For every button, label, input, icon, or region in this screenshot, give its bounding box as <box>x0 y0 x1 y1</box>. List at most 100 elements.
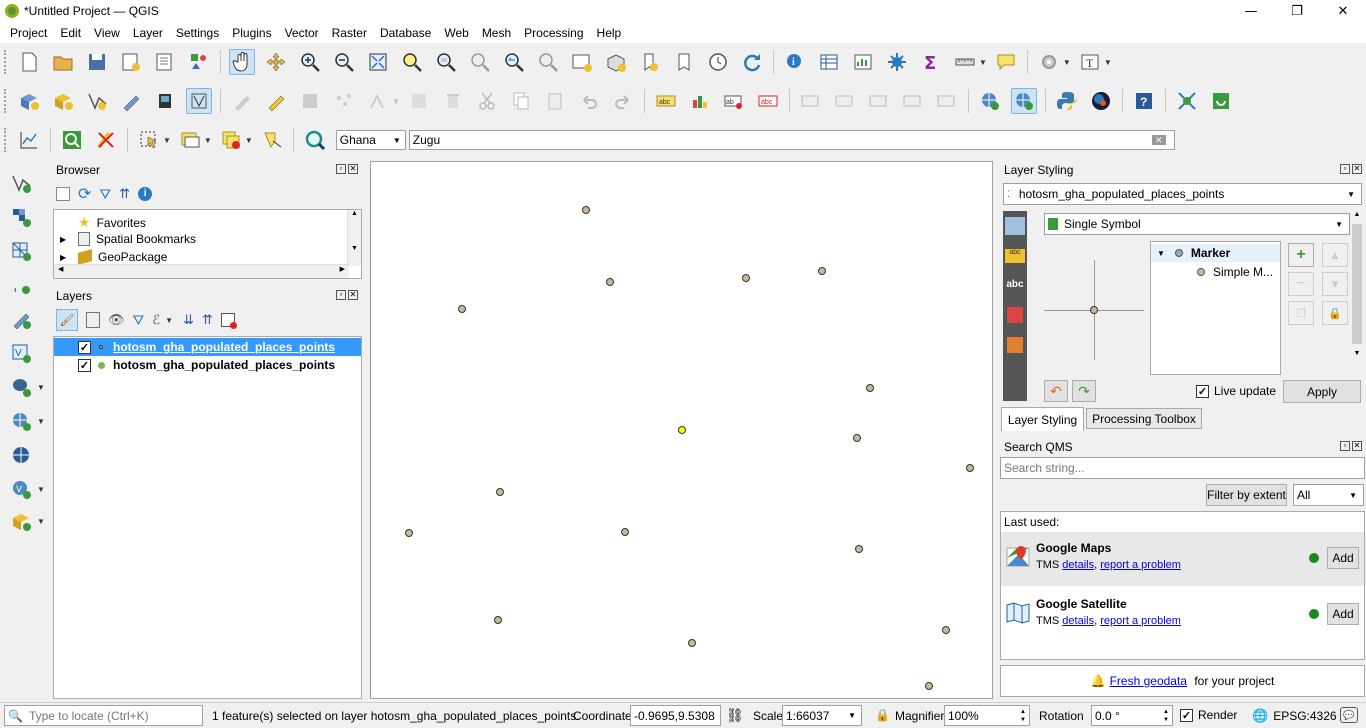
close-panel-icon[interactable]: ✕ <box>1352 164 1362 174</box>
map-canvas[interactable] <box>370 161 993 699</box>
add-point-feature-icon[interactable] <box>331 88 357 114</box>
collapse-arrow-icon[interactable]: ▼ <box>1157 249 1165 258</box>
fresh-geodata-link[interactable]: Fresh geodata <box>1110 674 1187 688</box>
text-annotation-icon[interactable]: T <box>1077 49 1103 75</box>
map-point[interactable] <box>818 267 826 275</box>
add-raster-layer-icon[interactable] <box>8 204 34 230</box>
diagram-options-icon[interactable] <box>687 88 713 114</box>
map-point[interactable] <box>942 626 950 634</box>
copy-features-icon[interactable] <box>508 88 534 114</box>
symbol-layer-simple-marker[interactable]: Simple M... <box>1151 263 1280 281</box>
browser-hscrollbar[interactable]: ◀ ▶ <box>54 264 349 278</box>
filter-legend-icon[interactable]: ⛛ <box>133 312 145 329</box>
add-wcs-layer-icon[interactable] <box>8 442 34 468</box>
render-checkbox[interactable]: ✓ <box>1180 708 1193 722</box>
properties-info-icon[interactable]: i <box>138 187 153 201</box>
zoom-next-icon[interactable] <box>535 49 561 75</box>
redo-style-button[interactable]: ↷ <box>1072 380 1096 402</box>
add-group-icon[interactable] <box>86 312 100 328</box>
layer-row-selected[interactable]: ✓ hotosm_gha_populated_places_points <box>54 338 361 356</box>
zoom-out-icon[interactable] <box>331 49 357 75</box>
qms-search-icon[interactable] <box>1010 88 1037 114</box>
symbology-tab-icon[interactable] <box>1005 217 1025 235</box>
add-vector-layer-icon[interactable] <box>8 170 34 196</box>
pan-to-selection-icon[interactable] <box>263 49 289 75</box>
reload-plugin-icon[interactable] <box>1208 88 1234 114</box>
label-properties-icon[interactable] <box>934 88 960 114</box>
scale-select[interactable]: 1:66037 ▼ <box>782 705 862 726</box>
paste-features-icon[interactable] <box>542 88 568 114</box>
change-label-icon[interactable] <box>900 88 926 114</box>
renderer-select[interactable]: Single Symbol ▼ <box>1044 213 1350 235</box>
rotate-label-icon[interactable] <box>832 88 858 114</box>
open-styling-panel-icon[interactable]: 🖌 <box>56 309 78 331</box>
map-point[interactable] <box>853 434 861 442</box>
rotation-spinbox[interactable]: 0.0 ° ▲ ▼ <box>1091 705 1173 726</box>
map-point[interactable] <box>966 464 974 472</box>
menu-plugins[interactable]: Plugins <box>225 26 277 40</box>
lock-scale-icon[interactable]: 🔒 <box>875 708 890 722</box>
style-manager-icon[interactable] <box>186 49 212 75</box>
spin-arrows-icon[interactable]: ▲ ▼ <box>1163 708 1169 724</box>
add-wms-wmts-layer-icon[interactable] <box>8 408 34 434</box>
geocoder-search-input[interactable]: Zugu ✕ <box>408 130 1175 150</box>
move-up-button[interactable]: ▲ <box>1322 243 1348 267</box>
map-point[interactable] <box>582 206 590 214</box>
close-panel-icon[interactable]: ✕ <box>348 290 358 300</box>
remove-symbol-layer-button[interactable]: − <box>1288 272 1314 296</box>
lock-layer-button[interactable]: 🔒 <box>1322 301 1348 325</box>
new-print-layout-icon[interactable] <box>118 49 144 75</box>
filter-browser-icon[interactable]: ⛛ <box>99 186 111 203</box>
map-point-selected[interactable] <box>678 426 686 434</box>
expand-arrow-icon[interactable]: ▶ <box>60 253 72 262</box>
add-arcgis-layer-icon[interactable] <box>8 508 34 534</box>
apply-button[interactable]: Apply <box>1283 380 1361 403</box>
collapse-all-icon[interactable]: ⇈ <box>119 186 130 202</box>
layer-select[interactable]: ⁚˙ hotosm_gha_populated_places_points ▼ <box>1003 183 1362 205</box>
tab-layer-styling[interactable]: Layer Styling <box>1001 407 1084 431</box>
python-console-icon[interactable] <box>1054 88 1080 114</box>
vertex-tool-disabled-icon[interactable] <box>365 88 391 114</box>
map-point[interactable] <box>688 639 696 647</box>
spin-arrows-icon[interactable]: ▲ ▼ <box>1020 708 1026 724</box>
coordinate-field[interactable]: -0.9695,9.5308 <box>630 705 721 726</box>
3d-view-tab-icon[interactable] <box>1007 307 1023 323</box>
temporal-controller-icon[interactable] <box>705 49 731 75</box>
menu-edit[interactable]: Edit <box>53 26 87 40</box>
qms-filter-select[interactable]: All ▼ <box>1293 484 1364 506</box>
zoom-last-icon[interactable] <box>501 49 527 75</box>
select-features-icon[interactable] <box>136 127 162 153</box>
duplicate-symbol-layer-button[interactable]: ❐ <box>1288 301 1314 325</box>
expand-all-icon[interactable]: ⇊ <box>183 312 194 328</box>
new-shapefile-layer-icon[interactable] <box>50 88 76 114</box>
move-down-button[interactable]: ▼ <box>1322 272 1348 296</box>
deselect-features-icon[interactable] <box>218 127 244 153</box>
save-edits-icon[interactable] <box>297 88 323 114</box>
float-panel-icon[interactable]: ▫ <box>1340 164 1350 174</box>
gps-icon[interactable] <box>152 88 178 114</box>
redo-icon[interactable] <box>610 88 636 114</box>
sum-icon[interactable]: Σ <box>918 49 944 75</box>
diagrams-tab-icon[interactable] <box>1007 337 1023 353</box>
add-wfs-layer-icon[interactable]: V <box>8 476 34 502</box>
details-link[interactable]: details <box>1062 559 1094 571</box>
save-project-icon[interactable] <box>84 49 110 75</box>
layer-visibility-checkbox[interactable]: ✓ <box>78 340 91 354</box>
menu-layer[interactable]: Layer <box>126 26 169 40</box>
layer-visibility-checkbox[interactable]: ✓ <box>78 358 91 372</box>
browser-item-spatial-bookmarks[interactable]: ▶ Spatial Bookmarks <box>60 232 196 246</box>
zoom-in-icon[interactable] <box>297 49 323 75</box>
clear-search-icon[interactable]: ✕ <box>1151 135 1166 145</box>
geocoder-search-icon[interactable] <box>302 127 328 153</box>
render-toggle[interactable]: ✓ Render <box>1180 708 1237 722</box>
add-delimited-text-layer-icon[interactable]: , <box>8 272 34 298</box>
qms-service-row[interactable]: Google Satellite TMS details, report a p… <box>1001 588 1364 642</box>
zoom-to-selection-icon[interactable] <box>399 49 425 75</box>
close-panel-icon[interactable]: ✕ <box>348 164 358 174</box>
menu-settings[interactable]: Settings <box>169 26 225 40</box>
float-panel-icon[interactable]: ▫ <box>336 290 346 300</box>
move-label-icon[interactable] <box>798 88 824 114</box>
new-bookmark-icon[interactable] <box>637 49 663 75</box>
refresh-browser-icon[interactable]: ⟳ <box>78 184 91 204</box>
new-map-view-icon[interactable] <box>569 49 595 75</box>
